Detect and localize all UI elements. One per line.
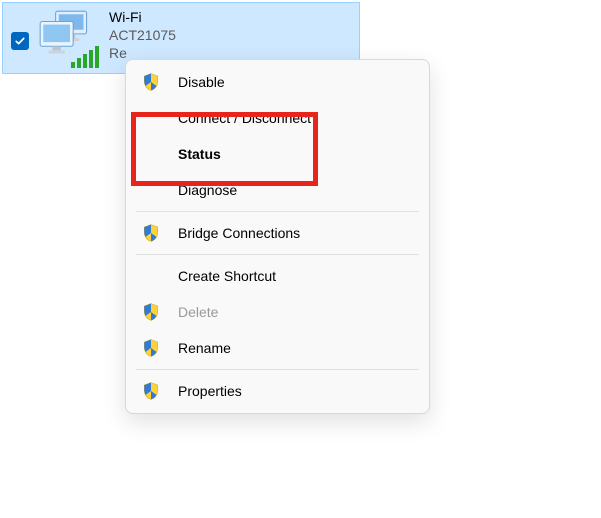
signal-strength-icon xyxy=(71,46,99,68)
menu-label: Create Shortcut xyxy=(178,268,415,284)
blank-icon xyxy=(140,179,162,201)
adapter-name: Wi-Fi xyxy=(109,9,176,25)
menu-connect-disconnect[interactable]: Connect / Disconnect xyxy=(126,100,429,136)
blank-icon xyxy=(140,107,162,129)
adapter-checkbox[interactable] xyxy=(11,32,29,50)
menu-separator xyxy=(136,369,419,370)
shield-icon xyxy=(140,301,162,323)
shield-icon xyxy=(140,71,162,93)
adapter-text: Wi-Fi ACT21075 Re xyxy=(109,8,176,61)
menu-label: Delete xyxy=(178,304,415,320)
menu-bridge-connections[interactable]: Bridge Connections xyxy=(126,215,429,251)
context-menu: Disable Connect / Disconnect Status Diag… xyxy=(125,59,430,414)
menu-label: Connect / Disconnect xyxy=(178,110,415,126)
menu-diagnose[interactable]: Diagnose xyxy=(126,172,429,208)
menu-disable[interactable]: Disable xyxy=(126,64,429,100)
menu-properties[interactable]: Properties xyxy=(126,373,429,409)
menu-label: Rename xyxy=(178,340,415,356)
menu-label: Disable xyxy=(178,74,415,90)
menu-delete: Delete xyxy=(126,294,429,330)
shield-icon xyxy=(140,380,162,402)
blank-icon xyxy=(140,143,162,165)
menu-separator xyxy=(136,211,419,212)
menu-label: Properties xyxy=(178,383,415,399)
network-adapter-icon xyxy=(35,8,101,68)
menu-rename[interactable]: Rename xyxy=(126,330,429,366)
menu-status[interactable]: Status xyxy=(126,136,429,172)
menu-separator xyxy=(136,254,419,255)
menu-label: Status xyxy=(178,146,415,162)
adapter-ssid: ACT21075 xyxy=(109,27,176,43)
menu-label: Diagnose xyxy=(178,182,415,198)
checkmark-icon xyxy=(14,35,26,47)
shield-icon xyxy=(140,222,162,244)
menu-create-shortcut[interactable]: Create Shortcut xyxy=(126,258,429,294)
shield-icon xyxy=(140,337,162,359)
blank-icon xyxy=(140,265,162,287)
menu-label: Bridge Connections xyxy=(178,225,415,241)
